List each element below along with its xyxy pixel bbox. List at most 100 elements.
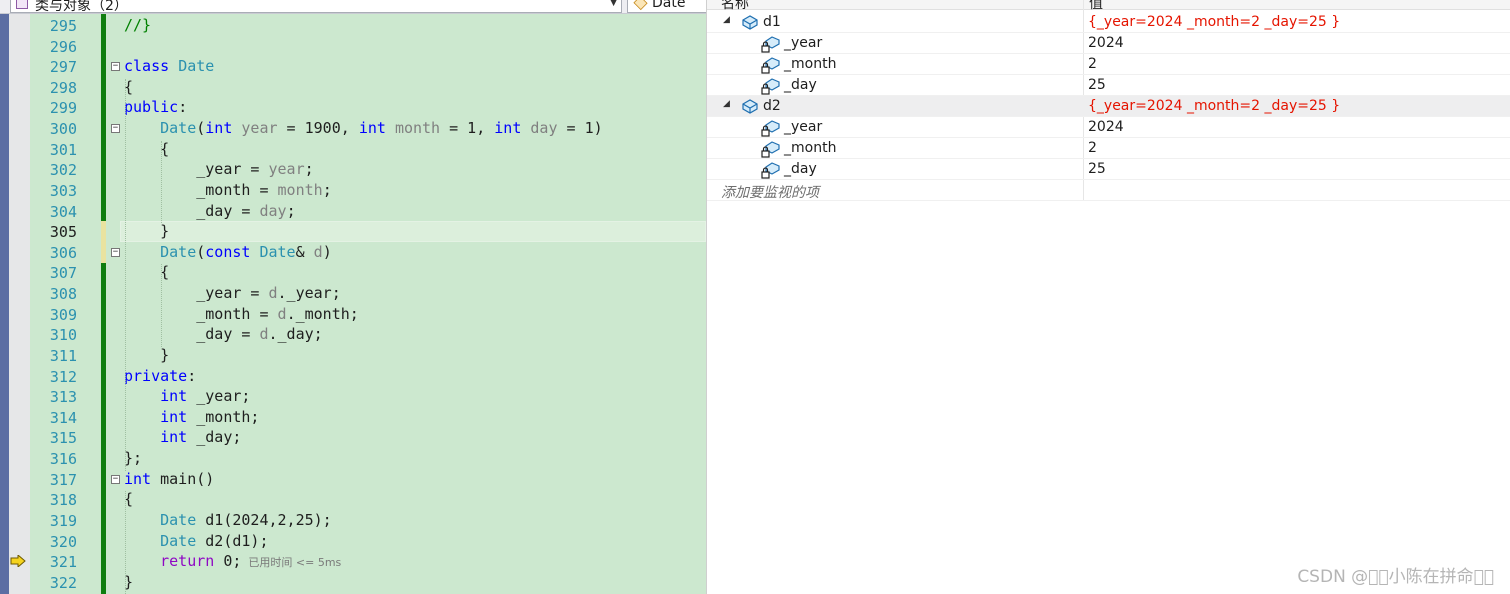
watch-value[interactable]: 2024 [1088,119,1124,135]
code-lines[interactable]: 295//} 296 297− class Date 298{299 public: 300… [0,0,706,594]
code-line[interactable]: 305 } [0,221,706,243]
code-text[interactable]: { [124,263,169,281]
code-line[interactable]: 302 _year = year; [0,159,706,180]
code-token: d [313,242,323,261]
code-line[interactable]: 316}; [0,448,706,469]
code-text[interactable]: _day = day; [124,202,295,220]
code-line[interactable]: 304 _day = day; [0,201,706,222]
code-line[interactable]: 317 − int main() [0,469,706,490]
code-token: ; [322,180,332,199]
code-line[interactable]: 319 Date d1(2024,2,25); [0,510,706,531]
code-line[interactable]: 296 [0,36,706,57]
watch-window[interactable]: 名称 值 ◢ d1 {_year=2024 _month=2 _day=25 } _y… [706,0,1510,594]
code-line[interactable]: 310 _day = d._day; [0,324,706,345]
code-text[interactable]: private: [124,367,196,385]
code-text[interactable]: _month = d._month; [124,305,359,323]
watch-value[interactable]: {_year=2024 _month=2 _day=25 } [1088,98,1340,114]
code-line[interactable]: 315 int _day; [0,427,706,448]
code-token: _day = [124,325,260,344]
code-line[interactable]: 300− Date(int year = 1900, int month = 1… [0,118,706,139]
watch-name[interactable]: _year [784,119,822,135]
watch-name[interactable]: _day [784,161,817,177]
code-text[interactable]: //} [124,16,151,34]
watch-value[interactable]: 2 [1088,56,1097,72]
code-text[interactable]: } [124,222,169,240]
execution-pointer-icon[interactable] [10,555,26,568]
code-line[interactable]: 322} [0,572,706,593]
code-editor[interactable]: 类与对象（2） ▼ Date 295//} 296 297− class Date 29… [0,0,706,594]
code-token: Date [259,242,296,261]
code-line[interactable]: 306− Date(const Date& d) [0,241,706,263]
code-text[interactable]: _year = d._year; [124,284,341,302]
perf-tip[interactable]: 已用时间 <= 5ms [241,556,341,569]
code-text[interactable]: Date d2(d1); [124,532,268,550]
code-text[interactable]: class Date [124,57,214,75]
code-text[interactable]: _day = d._day; [124,325,322,344]
code-line[interactable]: 321 return 0; 已用时间 <= 5ms [0,551,706,572]
watch-row[interactable]: _day 25 [707,75,1510,96]
code-line[interactable]: 295 //} [0,15,706,36]
code-line[interactable]: 313 int _year; [0,386,706,407]
code-line[interactable]: 309 _month = d._month; [0,304,706,325]
code-line[interactable]: 314 int _month; [0,407,706,428]
code-line[interactable]: 307 { [0,262,706,283]
watch-value[interactable]: 25 [1088,77,1106,93]
collapse-toggle-icon[interactable]: − [111,124,120,134]
code-text[interactable]: { [124,140,169,158]
expand-arrow-icon[interactable]: ◢ [723,15,730,25]
add-watch-placeholder[interactable]: 添加要监视的项 [721,182,819,202]
watch-name[interactable]: d2 [763,98,781,114]
code-text[interactable]: return 0; 已用时间 <= 5ms [124,552,341,570]
code-line[interactable]: 297 − class Date [0,56,706,77]
code-line[interactable]: 303 _month = month; [0,180,706,201]
watch-name[interactable]: _month [784,56,836,72]
watch-row[interactable]: _month 2 [707,138,1510,159]
unsaved-change-mark [101,221,106,243]
watch-row[interactable]: _day 25 [707,159,1510,180]
code-text[interactable]: _year = year; [124,160,313,178]
expand-arrow-icon[interactable]: ◢ [723,99,730,109]
code-line[interactable]: 308 _year = d._year; [0,283,706,304]
code-text[interactable]: } [124,346,169,364]
code-text[interactable]: Date(const Date& d) [124,243,332,261]
code-text[interactable]: Date(int year = 1900, int month = 1, int… [124,119,603,137]
watch-row[interactable]: _year 2024 [707,117,1510,138]
code-token: d [259,325,269,344]
watch-row[interactable]: _year 2024 [707,33,1510,54]
watch-name[interactable]: _day [784,77,817,93]
code-text[interactable]: int _year; [124,387,250,405]
code-line[interactable]: 318{ [0,489,706,510]
code-text[interactable]: Date d1(2024,2,25); [124,511,332,529]
watch-value[interactable]: 2 [1088,140,1097,156]
collapse-toggle-icon[interactable]: − [111,474,120,484]
code-token: int [160,387,188,406]
watch-value[interactable]: {_year=2024 _month=2 _day=25 } [1088,14,1340,30]
collapse-toggle-icon[interactable]: − [111,247,120,257]
code-token: day [530,119,558,138]
watch-value[interactable]: 25 [1088,161,1106,177]
code-text[interactable]: int main() [124,470,214,488]
code-line[interactable]: 311 } [0,345,706,366]
watch-row[interactable]: _month 2 [707,54,1510,75]
watch-row[interactable]: ◢ d1 {_year=2024 _month=2 _day=25 } [707,12,1510,33]
code-text[interactable]: _month = month; [124,180,332,199]
watch-name[interactable]: d1 [763,14,781,30]
code-text[interactable]: int _month; [124,408,259,426]
code-text[interactable]: public: [124,98,187,116]
code-text[interactable]: }; [124,449,142,467]
code-token: int [205,119,233,138]
code-line[interactable]: 320 Date d2(d1); [0,531,706,552]
watch-name[interactable]: _month [784,140,836,156]
code-line[interactable]: 298{ [0,77,706,98]
code-text[interactable]: int _day; [124,428,241,446]
collapse-toggle-icon[interactable]: − [111,62,120,72]
code-line[interactable]: 301 { [0,139,706,160]
code-token: year [241,119,278,138]
watch-name[interactable]: _year [784,35,822,51]
add-watch-row[interactable]: 添加要监视的项 [707,180,1510,201]
watch-value[interactable]: 2024 [1088,35,1124,51]
code-line[interactable]: 299 public: [0,97,706,118]
watch-row[interactable]: ◢ d2 {_year=2024 _month=2 _day=25 } [707,96,1510,117]
code-line[interactable]: 312 private: [0,366,706,387]
